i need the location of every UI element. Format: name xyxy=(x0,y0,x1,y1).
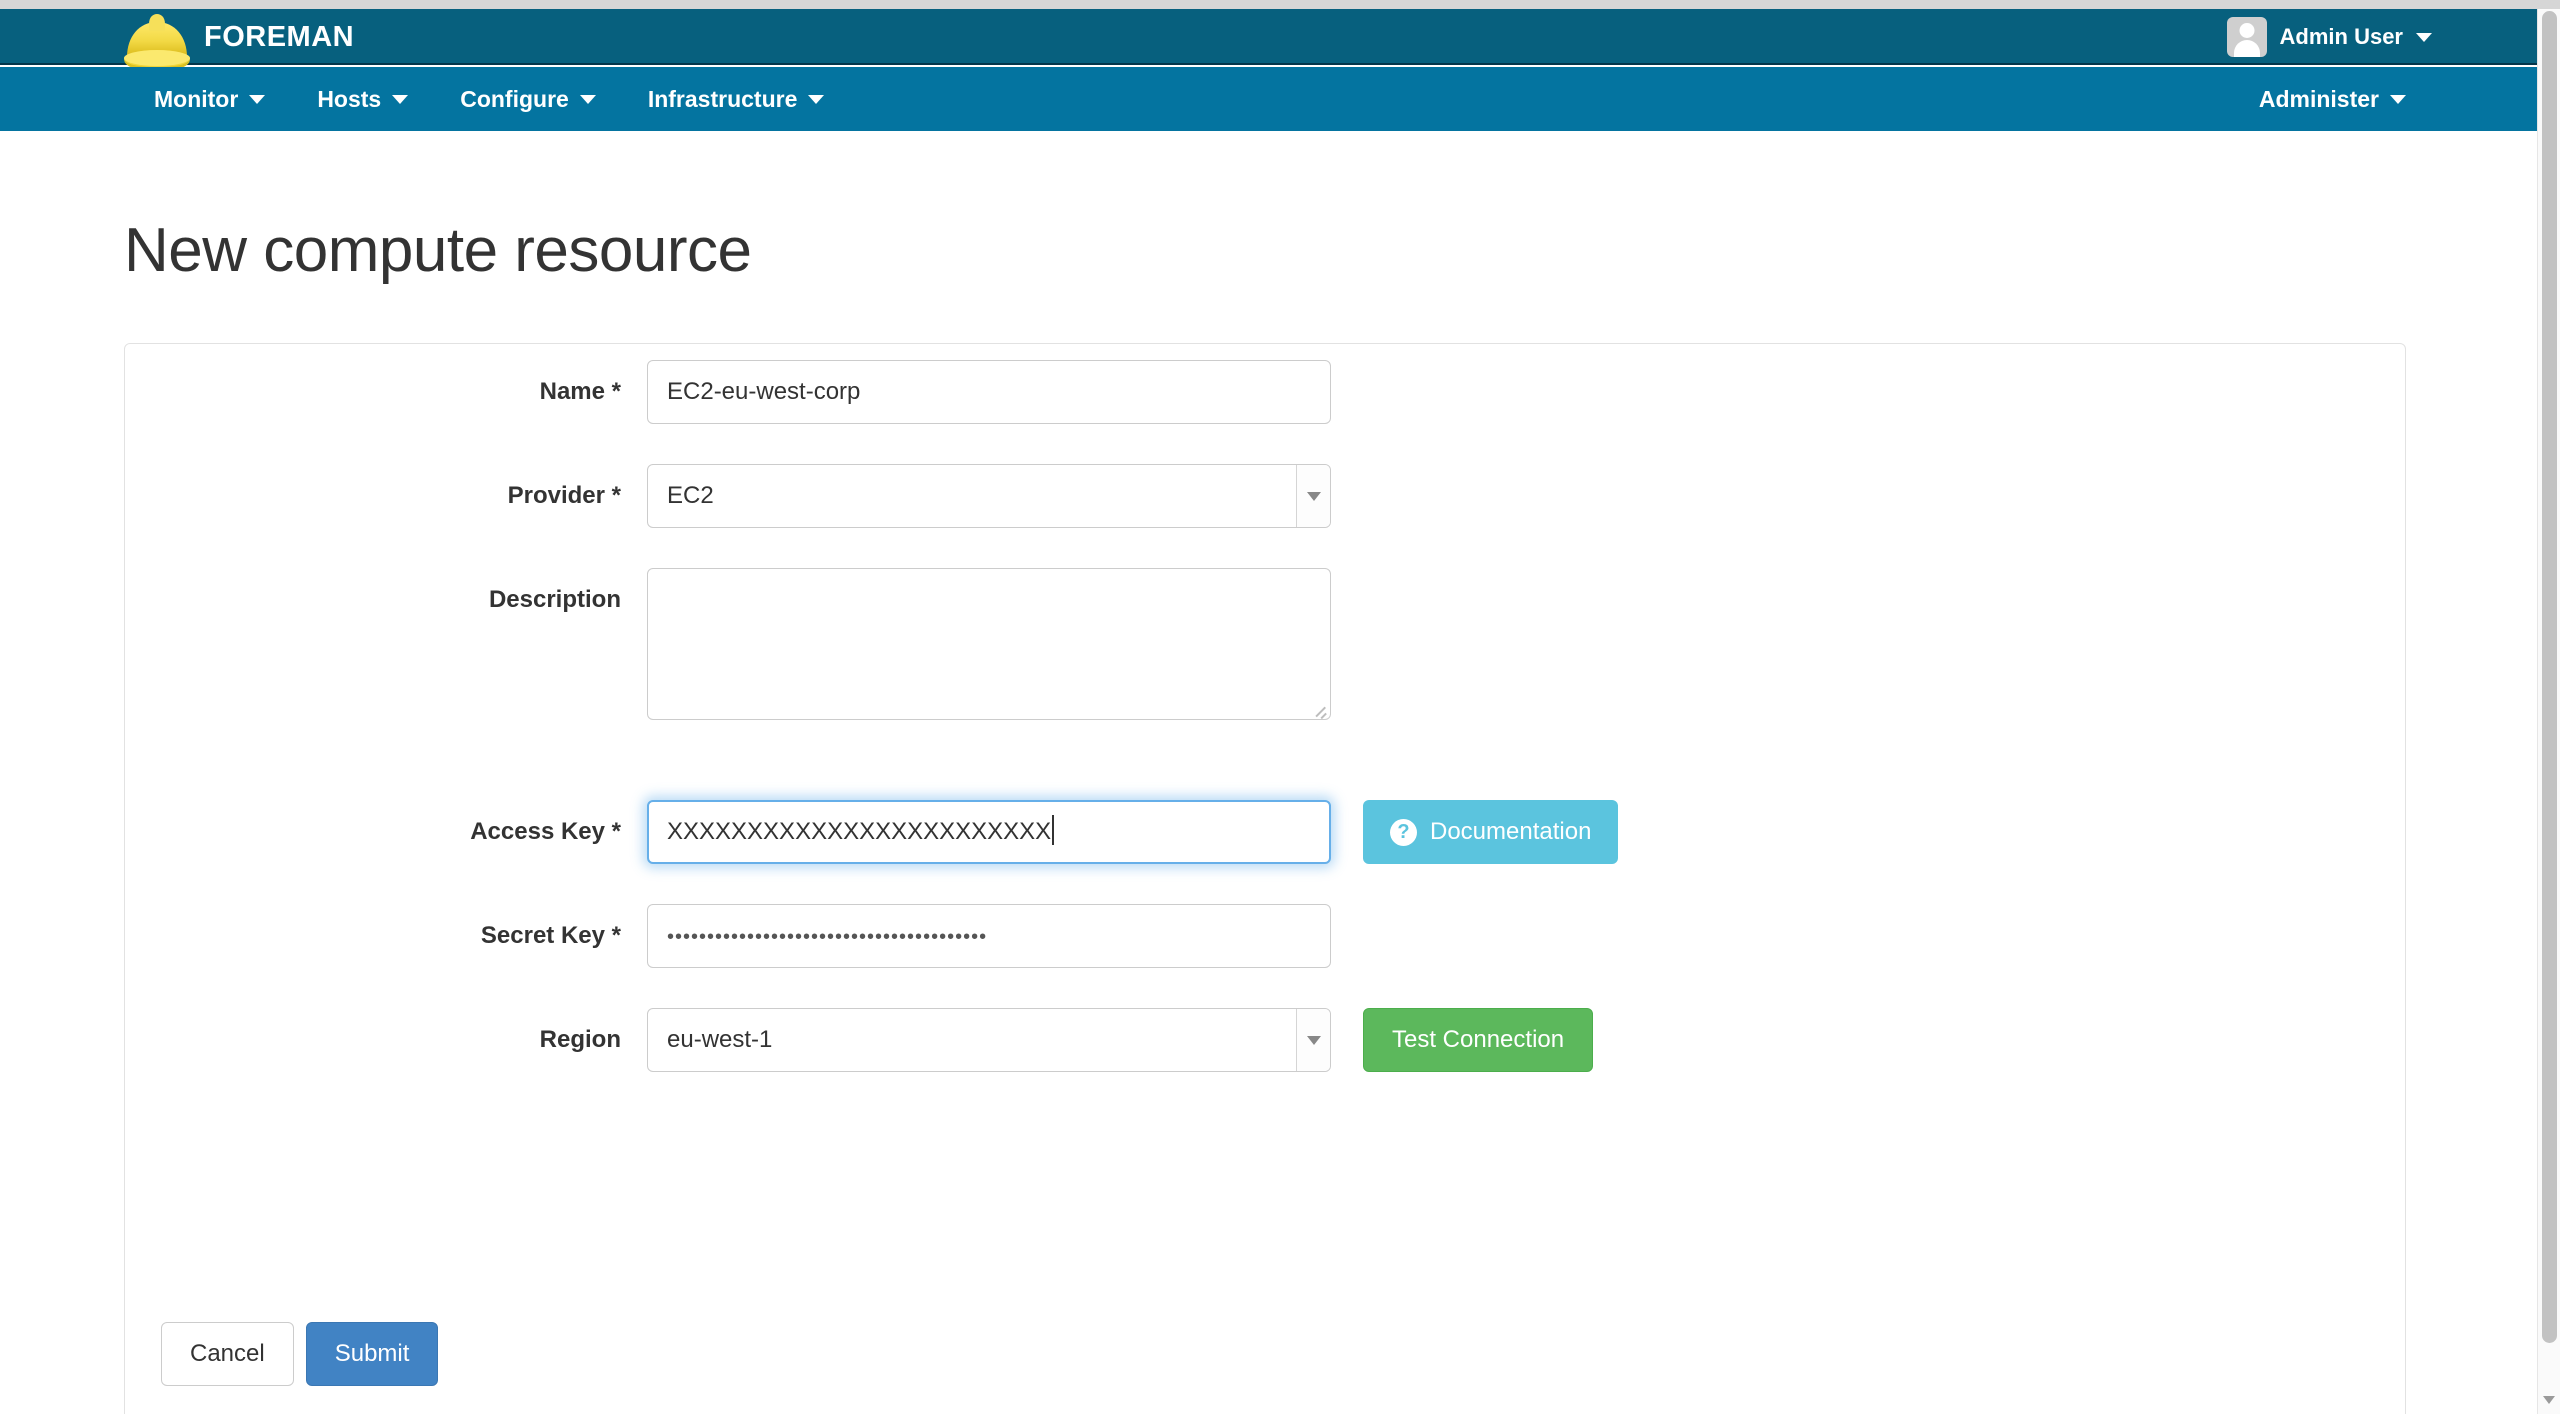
vertical-scrollbar[interactable] xyxy=(2537,9,2560,1414)
documentation-button[interactable]: ? Documentation xyxy=(1363,800,1618,864)
caret-down-icon xyxy=(1296,1009,1330,1071)
nav-item-infrastructure[interactable]: Infrastructure xyxy=(622,67,851,131)
nav-item-label: Configure xyxy=(460,86,569,113)
caret-down-icon xyxy=(392,95,408,104)
form-row-access-key: Access Key * XXXXXXXXXXXXXXXXXXXXXXXX ? … xyxy=(125,800,2405,864)
cancel-button[interactable]: Cancel xyxy=(161,1322,294,1386)
brand-title: FOREMAN xyxy=(204,21,354,54)
region-select-value: eu-west-1 xyxy=(648,1009,1296,1071)
description-textarea[interactable] xyxy=(647,568,1331,720)
submit-button[interactable]: Submit xyxy=(306,1322,439,1386)
page-title: New compute resource xyxy=(124,215,752,286)
user-menu[interactable]: Admin User xyxy=(2227,9,2432,65)
access-key-label: Access Key * xyxy=(125,800,647,864)
region-select[interactable]: eu-west-1 xyxy=(647,1008,1331,1072)
text-cursor-icon xyxy=(1052,815,1054,845)
brand[interactable]: FOREMAN xyxy=(122,9,354,65)
nav-item-hosts[interactable]: Hosts xyxy=(291,67,434,131)
nav-item-label: Infrastructure xyxy=(648,86,798,113)
description-label: Description xyxy=(125,568,647,632)
access-key-input[interactable]: XXXXXXXXXXXXXXXXXXXXXXXX xyxy=(647,800,1331,864)
provider-select-value: EC2 xyxy=(648,465,1296,527)
documentation-button-label: Documentation xyxy=(1430,818,1591,846)
scrollbar-thumb[interactable] xyxy=(2542,11,2557,1343)
provider-label: Provider * xyxy=(125,464,647,528)
region-label: Region xyxy=(125,1008,647,1072)
form-row-name: Name * EC2-eu-west-corp xyxy=(125,360,2405,424)
name-input[interactable]: EC2-eu-west-corp xyxy=(647,360,1331,424)
resize-grip-icon[interactable] xyxy=(1311,701,1327,717)
form-actions: Cancel Submit xyxy=(161,1322,438,1386)
provider-select[interactable]: EC2 xyxy=(647,464,1331,528)
caret-down-icon xyxy=(2416,33,2432,42)
nav-item-monitor[interactable]: Monitor xyxy=(128,67,291,131)
nav-item-label: Monitor xyxy=(154,86,238,113)
caret-down-icon xyxy=(2390,95,2406,104)
user-avatar-icon xyxy=(2227,17,2267,57)
caret-down-icon xyxy=(808,95,824,104)
nav-menu-right: Administer xyxy=(2233,67,2432,131)
browser-chrome-strip xyxy=(0,0,2560,9)
caret-down-icon xyxy=(1296,465,1330,527)
secret-key-input[interactable]: •••••••••••••••••••••••••••••••••••••••• xyxy=(647,904,1331,968)
name-label: Name * xyxy=(125,360,647,424)
question-circle-icon: ? xyxy=(1390,819,1417,846)
form-row-provider: Provider * EC2 xyxy=(125,464,2405,528)
nav-item-label: Hosts xyxy=(317,86,381,113)
top-navbar: FOREMAN Admin User xyxy=(0,9,2537,65)
nav-item-configure[interactable]: Configure xyxy=(434,67,622,131)
nav-menu-group: Monitor Hosts Configure Infrastructure xyxy=(128,67,850,131)
form-row-region: Region eu-west-1 Test Connection xyxy=(125,1008,2405,1072)
hard-hat-icon xyxy=(121,11,193,71)
page-content: New compute resource Name * EC2-eu-west-… xyxy=(0,131,2537,1414)
caret-down-icon xyxy=(580,95,596,104)
scroll-down-icon[interactable] xyxy=(2543,1396,2555,1404)
nav-item-label: Administer xyxy=(2259,86,2379,113)
secret-key-label: Secret Key * xyxy=(125,904,647,968)
test-connection-button[interactable]: Test Connection xyxy=(1363,1008,1593,1072)
form-row-description: Description xyxy=(125,568,2405,720)
compute-resource-form-panel: Name * EC2-eu-west-corp Provider * EC2 D… xyxy=(124,343,2406,1414)
main-navbar: Monitor Hosts Configure Infrastructure A… xyxy=(0,67,2537,131)
form-row-secret-key: Secret Key * •••••••••••••••••••••••••••… xyxy=(125,904,2405,968)
nav-item-administer[interactable]: Administer xyxy=(2233,67,2432,131)
caret-down-icon xyxy=(249,95,265,104)
user-menu-label: Admin User xyxy=(2280,24,2403,50)
access-key-value: XXXXXXXXXXXXXXXXXXXXXXXX xyxy=(667,818,1051,845)
secret-key-value: •••••••••••••••••••••••••••••••••••••••• xyxy=(667,926,987,948)
